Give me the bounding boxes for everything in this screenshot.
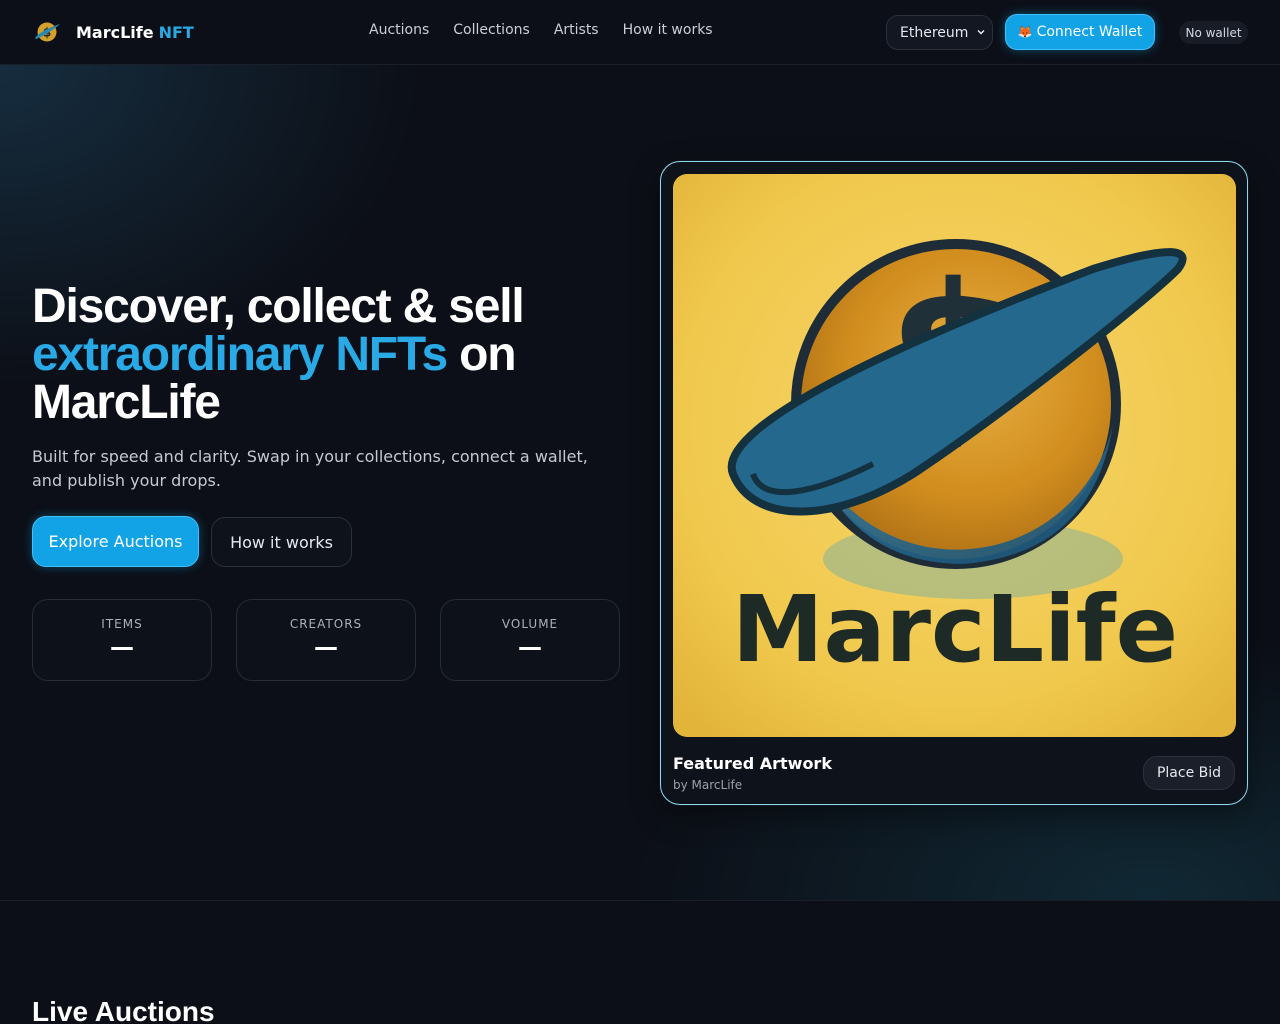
- featured-artwork-image[interactable]: $ MarcLife: [673, 174, 1236, 737]
- fox-icon: 🦊: [1017, 25, 1033, 39]
- connect-wallet-label: Connect Wallet: [1036, 24, 1143, 40]
- stat-value: —: [110, 633, 134, 661]
- explore-auctions-button[interactable]: Explore Auctions: [32, 516, 199, 567]
- brand-name: MarcLife: [76, 22, 154, 42]
- brand-logo-icon: $: [35, 22, 60, 42]
- chain-select-value: Ethereum: [900, 24, 969, 41]
- wallet-status-badge: No wallet: [1179, 21, 1248, 44]
- place-bid-button[interactable]: Place Bid: [1143, 756, 1235, 790]
- stat-creators: CREATORS —: [236, 599, 416, 681]
- top-header: $ MarcLife NFT Auctions Collections Arti…: [0, 0, 1280, 65]
- main-nav: Auctions Collections Artists How it work…: [369, 22, 737, 38]
- hero-title-highlight: extraordinary NFTs: [32, 328, 448, 381]
- hero-title-line3: MarcLife: [32, 376, 221, 429]
- stat-volume: VOLUME —: [440, 599, 620, 681]
- brand[interactable]: $ MarcLife NFT: [32, 15, 194, 49]
- nav-auctions[interactable]: Auctions: [369, 22, 429, 38]
- stat-value: —: [518, 633, 542, 661]
- nav-artists[interactable]: Artists: [554, 22, 599, 38]
- hero-section: Discover, collect & sell extraordinary N…: [0, 65, 1280, 901]
- brand-accent: NFT: [158, 22, 194, 42]
- connect-wallet-button[interactable]: 🦊 Connect Wallet: [1005, 14, 1155, 50]
- nav-how-it-works[interactable]: How it works: [623, 22, 713, 38]
- chevron-down-icon: [977, 29, 985, 35]
- live-auctions-title: Live Auctions: [32, 996, 215, 1024]
- stat-label: CREATORS: [289, 617, 363, 631]
- featured-artwork-card[interactable]: $ MarcLife Featured Artwork by MarcLife …: [660, 161, 1248, 805]
- chain-select[interactable]: Ethereum: [886, 15, 993, 50]
- stat-label: VOLUME: [501, 617, 559, 631]
- hero-title: Discover, collect & sell extraordinary N…: [32, 283, 632, 427]
- art-text: MarcLife: [732, 576, 1178, 683]
- how-it-works-button[interactable]: How it works: [211, 517, 352, 567]
- hero-subtitle: Built for speed and clarity. Swap in you…: [32, 447, 588, 490]
- stat-label: ITEMS: [101, 617, 143, 631]
- hero-title-line1: Discover, collect & sell: [32, 280, 525, 333]
- featured-title: Featured Artwork: [673, 754, 832, 773]
- nav-collections[interactable]: Collections: [453, 22, 530, 38]
- featured-creator: by MarcLife: [673, 778, 743, 792]
- hero-title-on: on: [446, 328, 516, 381]
- stat-items: ITEMS —: [32, 599, 212, 681]
- stat-value: —: [314, 633, 338, 661]
